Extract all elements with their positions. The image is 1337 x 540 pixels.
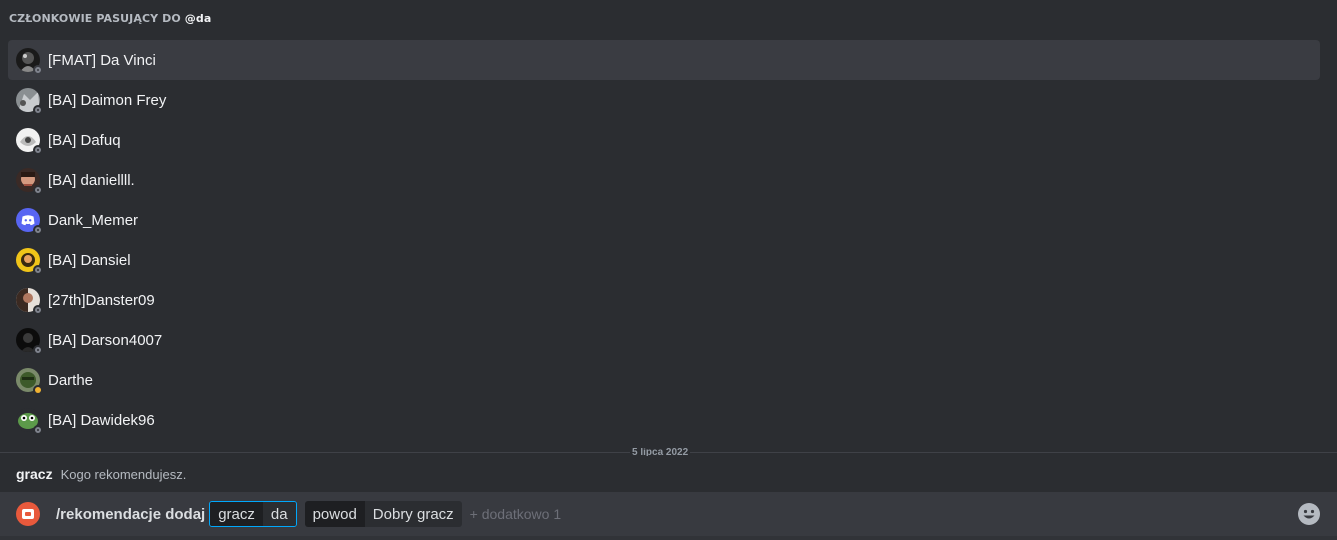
member-name: [BA] Dafuq: [48, 131, 121, 149]
status-offline-icon: [33, 345, 43, 355]
member-option[interactable]: [27th]Danster09: [8, 280, 1320, 320]
avatar-green-icon: [16, 368, 43, 395]
member-name: [BA] Dawidek96: [48, 411, 155, 429]
avatar-frog-icon: [16, 408, 43, 435]
member-name: Dank_Memer: [48, 211, 139, 229]
slash-command-name: /rekomendacje dodaj: [56, 505, 206, 523]
status-offline-icon: [33, 145, 43, 155]
member-option[interactable]: [BA] Dawidek96: [8, 400, 1320, 440]
avatar-yellow-icon: [16, 248, 43, 275]
command-option-gracz[interactable]: gracz da: [209, 501, 297, 527]
date-divider: 5 lipca 2022: [0, 448, 1337, 456]
autocomplete-header-label: CZŁONKOWIE PASUJĄCY DO: [9, 12, 181, 25]
status-offline-icon: [33, 105, 43, 115]
member-list: [FMAT] Da Vinci [BA] Daimon Frey [BA] Da…: [8, 40, 1320, 440]
status-idle-icon: [33, 385, 43, 395]
member-option[interactable]: [FMAT] Da Vinci: [8, 40, 1320, 80]
avatar-face-icon: [16, 168, 43, 195]
member-name: Darthe: [48, 371, 94, 389]
member-name: [BA] Daimon Frey: [48, 91, 167, 109]
option-key: powod: [304, 501, 365, 527]
status-offline-icon: [33, 305, 43, 315]
command-option-powod[interactable]: powod Dobry gracz: [304, 501, 462, 527]
discord-logo-icon: [16, 208, 43, 235]
avatar-grey-icon: [16, 88, 43, 115]
member-option[interactable]: Darthe: [8, 360, 1320, 400]
option-value-input[interactable]: Dobry gracz: [364, 501, 462, 527]
status-offline-icon: [33, 265, 43, 275]
option-value-input[interactable]: da: [262, 502, 296, 526]
option-key: gracz: [210, 502, 263, 526]
avatar-dark-icon: [16, 48, 43, 75]
status-offline-icon: [33, 185, 43, 195]
member-option[interactable]: [BA] Dafuq: [8, 120, 1320, 160]
member-name: [BA] Dansiel: [48, 251, 131, 269]
member-name: [27th]Danster09: [48, 291, 155, 309]
bot-app-icon: [16, 502, 40, 526]
option-hint-name: gracz: [16, 466, 53, 482]
autocomplete-header: CZŁONKOWIE PASUJĄCY DO @da: [9, 12, 211, 28]
member-autocomplete-popup: CZŁONKOWIE PASUJĄCY DO @da [FMAT] Da Vin…: [0, 0, 1337, 448]
member-name: [FMAT] Da Vinci: [48, 51, 156, 69]
member-option[interactable]: Dank_Memer: [8, 200, 1320, 240]
avatar-black-icon: [16, 328, 43, 355]
date-divider-label: 5 lipca 2022: [630, 448, 691, 456]
member-option[interactable]: [BA] daniellll.: [8, 160, 1320, 200]
status-offline-icon: [33, 225, 43, 235]
member-option[interactable]: [BA] Dansiel: [8, 240, 1320, 280]
bottom-strip: [0, 536, 1337, 540]
member-name: [BA] daniellll.: [48, 171, 135, 189]
member-option[interactable]: [BA] Darson4007: [8, 320, 1320, 360]
status-offline-icon: [33, 425, 43, 435]
option-hint-bar: gracz Kogo rekomendujesz.: [0, 456, 1337, 492]
additional-options-button[interactable]: + dodatkowo 1: [470, 506, 561, 522]
option-hint-description: Kogo rekomendujesz.: [60, 466, 187, 482]
avatar-brown-icon: [16, 288, 43, 315]
discord-chat-area: CZŁONKOWIE PASUJĄCY DO @da [FMAT] Da Vin…: [0, 0, 1337, 540]
autocomplete-query: @da: [184, 12, 212, 25]
avatar-white-icon: [16, 128, 43, 155]
member-name: [BA] Darson4007: [48, 331, 163, 349]
status-offline-icon: [33, 65, 43, 75]
message-input-bar[interactable]: /rekomendacje dodaj gracz da powod Dobry…: [0, 492, 1337, 536]
member-option[interactable]: [BA] Daimon Frey: [8, 80, 1320, 120]
emoji-picker-icon[interactable]: [1297, 502, 1321, 526]
